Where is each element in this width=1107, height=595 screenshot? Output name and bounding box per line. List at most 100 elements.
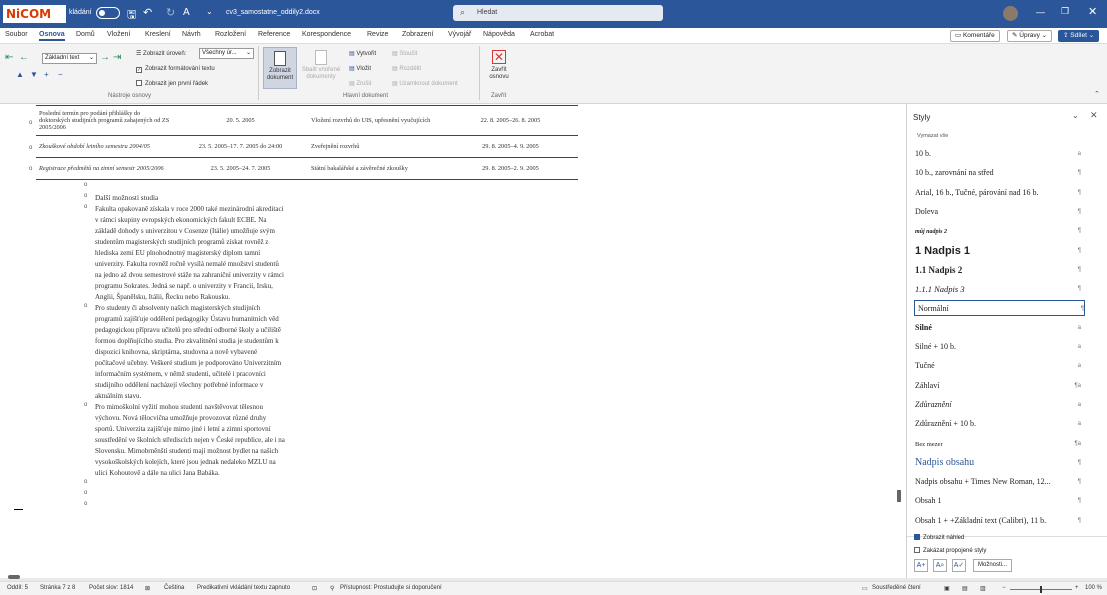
tab-napoveda[interactable]: Nápověda: [483, 31, 515, 38]
style-item[interactable]: 1.1.1 Nadpis 3 ¶: [915, 281, 1081, 297]
style-item[interactable]: Nadpis obsahu ¶: [915, 455, 1081, 471]
expand-icon[interactable]: +: [44, 70, 49, 79]
style-item[interactable]: Arial, 16 b., Tučné, párování nad 16 b. ¶: [915, 185, 1081, 201]
tab-osnova[interactable]: Osnova: [39, 31, 65, 41]
style-item[interactable]: 1.1 Nadpis 2 ¶: [915, 262, 1081, 278]
tab-zobrazeni[interactable]: Zobrazení: [402, 31, 434, 38]
style-item[interactable]: 10 b. a: [915, 146, 1081, 162]
style-inspector-icon[interactable]: A⌕: [933, 559, 947, 572]
status-language[interactable]: Čeština: [164, 585, 184, 591]
autosave-toggle[interactable]: [96, 7, 120, 19]
comments-button[interactable]: ▭ Komentáře: [950, 30, 1000, 42]
web-layout-icon[interactable]: ▥: [980, 585, 986, 592]
edit-button[interactable]: ✎ Úpravy ⌄: [1007, 30, 1053, 42]
style-item[interactable]: Obsah 1 + +Základní text (Calibri), 11 b…: [915, 513, 1081, 529]
style-item[interactable]: 1 Nadpis 1 ¶: [915, 243, 1081, 259]
tab-vyvojar[interactable]: Vývojář: [448, 31, 471, 38]
print-layout-icon[interactable]: ▤: [962, 585, 968, 592]
manage-styles-icon[interactable]: A✓: [952, 559, 966, 572]
style-item[interactable]: Zdůraznění a: [915, 397, 1081, 413]
clear-all[interactable]: Vymazat vše: [917, 133, 948, 139]
style-item[interactable]: Tučné a: [915, 358, 1081, 374]
avatar[interactable]: [1003, 6, 1018, 21]
restore-icon[interactable]: ❐: [1061, 6, 1069, 17]
style-item[interactable]: Záhlaví ¶a: [915, 378, 1081, 394]
status-predict[interactable]: Predikativní vkládání textu zapnuto: [197, 585, 290, 591]
style-item[interactable]: Silné a: [915, 320, 1081, 336]
unlink-button[interactable]: ▤ Zrušit: [349, 80, 371, 87]
status-page[interactable]: Stránka 7 z 8: [40, 585, 75, 591]
tab-soubor[interactable]: Soubor: [5, 31, 28, 38]
minimize-icon[interactable]: —: [1036, 7, 1045, 17]
style-item[interactable]: Bez mezer ¶a: [915, 436, 1081, 452]
share-button[interactable]: ⇪ Sdílet ⌄: [1058, 30, 1100, 42]
status-focus[interactable]: Soustředěné čtení: [872, 585, 921, 591]
move-up-icon[interactable]: ▲: [16, 70, 24, 79]
save-icon[interactable]: 🖫: [127, 6, 136, 25]
show-preview-checkbox[interactable]: Zobrazit náhled: [914, 534, 964, 541]
promote-to-heading-icon[interactable]: ⇤: [5, 52, 13, 63]
close-outline-button[interactable]: ✕ Zavřít osnovu: [484, 47, 514, 89]
lock-document-button[interactable]: ▤ Uzamknout dokument: [392, 80, 458, 87]
show-level-select[interactable]: Všechny úr... ⌄: [199, 48, 254, 59]
style-item[interactable]: Silné + 10 b. a: [915, 339, 1081, 355]
proofing-icon[interactable]: ⊠: [145, 585, 150, 592]
style-type-icon: a: [1077, 151, 1081, 157]
demote-to-body-icon[interactable]: ⇥: [113, 52, 121, 63]
tab-domu[interactable]: Domů: [76, 31, 95, 38]
style-item[interactable]: Doleva ¶: [915, 204, 1081, 220]
table-cell: Zkouškové období letního semestru 2004/0…: [36, 135, 173, 158]
style-item[interactable]: Nadpis obsahu + Times New Roman, 12... ¶: [915, 474, 1081, 490]
tab-acrobat[interactable]: Acrobat: [530, 31, 554, 38]
tab-reference[interactable]: Reference: [258, 31, 290, 38]
pane-close-icon[interactable]: ✕: [1090, 110, 1098, 121]
show-formatting-checkbox[interactable]: ✓ Zobrazit formátování textu: [136, 66, 215, 73]
tab-navrh[interactable]: Návrh: [182, 31, 201, 38]
tab-rozlozeni[interactable]: Rozložení: [215, 31, 246, 38]
zoom-slider[interactable]: [1010, 586, 1072, 593]
accessibility-icon[interactable]: ⊡: [312, 585, 317, 592]
zoom-in-icon[interactable]: +: [1075, 585, 1079, 591]
collapse-subdocs-button[interactable]: Sbalit vnořené dokumenty: [300, 47, 342, 89]
status-accessibility[interactable]: Přístupnost: Prostudujte si doporučení: [340, 585, 442, 591]
create-button[interactable]: ▤ Vytvořit: [349, 50, 376, 57]
style-item[interactable]: 10 b., zarovnání na střed ¶: [915, 165, 1081, 181]
show-document-button[interactable]: Zobrazit dokument: [263, 47, 297, 89]
show-first-line-checkbox[interactable]: Zobrazit jen první řádek: [136, 80, 208, 87]
options-button[interactable]: Možnosti...: [973, 559, 1013, 572]
merge-button[interactable]: ▤ Sloučit: [392, 50, 417, 57]
status-words[interactable]: Počet slov: 1814: [89, 585, 133, 591]
status-zoom[interactable]: 100 %: [1085, 585, 1102, 591]
outline-level-select[interactable]: Základní text ⌄: [42, 53, 97, 64]
outline-level-value: Základní text: [45, 55, 80, 61]
style-item[interactable]: Normální ¶: [914, 300, 1085, 317]
new-style-icon[interactable]: A+: [914, 559, 928, 572]
horizontal-scrollbar[interactable]: [8, 575, 20, 579]
zoom-out-icon[interactable]: −: [1002, 585, 1006, 591]
style-type-icon: a: [1077, 401, 1081, 408]
redo-icon[interactable]: ↻: [166, 6, 175, 19]
read-mode-icon[interactable]: ▣: [944, 585, 950, 592]
demote-icon[interactable]: →: [100, 52, 110, 63]
promote-icon[interactable]: ←: [19, 52, 29, 63]
style-item[interactable]: Zdůraznění + 10 b. a: [915, 416, 1081, 432]
disable-linked-checkbox[interactable]: Zakázat propojené styly: [914, 547, 986, 554]
vertical-scrollbar[interactable]: [897, 490, 901, 502]
tab-revize[interactable]: Revize: [367, 31, 388, 38]
close-icon[interactable]: ✕: [1088, 5, 1097, 18]
tab-kresleni[interactable]: Kreslení: [145, 31, 171, 38]
undo-icon[interactable]: ↶: [143, 6, 152, 19]
collapse-ribbon-icon[interactable]: ⌃: [1094, 90, 1100, 98]
insert-button[interactable]: ▤ Vložit: [349, 65, 371, 72]
customize-toolbar-icon[interactable]: ⌄: [206, 7, 213, 16]
move-down-icon[interactable]: ▼: [30, 70, 38, 79]
tab-vlozeni[interactable]: Vložení: [107, 31, 130, 38]
pane-options-chevron-icon[interactable]: ⌄: [1072, 111, 1079, 120]
tab-korespondence[interactable]: Korespondence: [302, 31, 351, 38]
search-box[interactable]: ⌕ Hledat: [453, 5, 663, 21]
split-button[interactable]: ▤ Rozdělit: [392, 65, 421, 72]
style-item[interactable]: Obsah 1 ¶: [915, 493, 1081, 509]
collapse-icon[interactable]: −: [58, 70, 63, 79]
font-format-icon[interactable]: A: [183, 7, 190, 18]
style-item[interactable]: můj nadpis 2 ¶: [915, 223, 1081, 239]
